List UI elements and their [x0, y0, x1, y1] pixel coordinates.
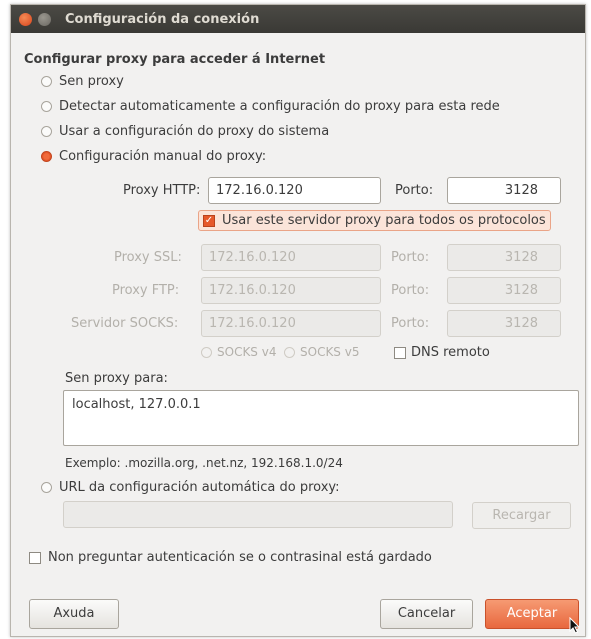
socks-port-input[interactable]: 3128 ▲▼	[447, 310, 561, 337]
option-manual-proxy[interactable]: Configuración manual do proxy:	[41, 149, 266, 164]
no-proxy-label: Sen proxy	[59, 74, 124, 89]
auto-config-url-label: URL da configuración automática do proxy…	[59, 480, 340, 495]
no-proxy-for-textarea[interactable]: localhost, 127.0.0.1	[63, 390, 579, 446]
mouse-pointer-icon	[569, 617, 581, 634]
socks-port-value: 3128	[504, 316, 538, 331]
http-port-value: 3128	[504, 183, 538, 198]
system-proxy-label: Usar a configuración do proxy do sistema	[59, 124, 330, 139]
window-title: Configuración da conexión	[65, 11, 260, 27]
close-window-button[interactable]	[19, 12, 32, 26]
socks-port-label: Porto:	[391, 316, 430, 331]
remote-dns-label: DNS remoto	[411, 345, 490, 360]
ftp-port-label: Porto:	[391, 283, 430, 298]
auto-detect-label: Detectar automaticamente a configuración…	[59, 99, 500, 114]
ssl-proxy-label: Proxy SSL:	[114, 250, 182, 265]
no-proxy-example-text: Exemplo: .mozilla.org, .net.nz, 192.168.…	[65, 456, 343, 470]
help-button[interactable]: Axuda	[29, 599, 119, 629]
connection-settings-dialog: Configuración da conexión Configurar pro…	[10, 4, 586, 637]
minimize-window-button[interactable]	[38, 12, 51, 26]
http-port-input[interactable]: 3128 ▲▼	[447, 177, 561, 204]
socks-v4-label: SOCKS v4	[217, 345, 277, 359]
auto-detect-radio[interactable]	[41, 101, 52, 112]
ftp-proxy-host-input[interactable]: 172.16.0.120	[201, 277, 381, 304]
use-for-all-protocols-option[interactable]: ✓ Usar este servidor proxy para todos os…	[198, 210, 551, 231]
socks-v5-label: SOCKS v5	[300, 345, 360, 359]
http-port-label: Porto:	[395, 183, 434, 198]
no-proxy-for-label: Sen proxy para:	[65, 371, 168, 386]
auto-config-url-radio[interactable]	[41, 482, 52, 493]
option-system-proxy[interactable]: Usar a configuración do proxy do sistema	[41, 124, 329, 139]
cancel-button[interactable]: Cancelar	[380, 599, 473, 629]
socks-host-input[interactable]: 172.16.0.120	[201, 310, 381, 337]
socks-server-label: Servidor SOCKS:	[71, 316, 179, 331]
ssl-proxy-host-input[interactable]: 172.16.0.120	[201, 244, 381, 271]
title-bar: Configuración da conexión	[11, 5, 585, 33]
remote-dns-option[interactable]: DNS remoto	[394, 345, 490, 360]
section-heading: Configurar proxy para acceder á Internet	[24, 52, 326, 67]
no-auth-prompt-option[interactable]: Non preguntar autenticación se o contras…	[29, 550, 432, 565]
option-auto-config-url[interactable]: URL da configuración automática do proxy…	[41, 480, 340, 495]
use-for-all-label: Usar este servidor proxy para todos os p…	[222, 213, 546, 228]
no-auth-prompt-checkbox[interactable]	[29, 551, 41, 564]
remote-dns-checkbox[interactable]	[394, 346, 406, 359]
ssl-port-label: Porto:	[391, 250, 430, 265]
option-auto-detect[interactable]: Detectar automaticamente a configuración…	[41, 99, 500, 114]
socks-v5-option[interactable]: SOCKS v5	[284, 345, 359, 359]
accept-button[interactable]: Aceptar	[485, 599, 579, 629]
socks-v4-option[interactable]: SOCKS v4	[201, 345, 276, 359]
no-proxy-radio[interactable]	[41, 76, 52, 87]
no-auth-prompt-label: Non preguntar autenticación se o contras…	[48, 550, 432, 565]
http-proxy-label: Proxy HTTP:	[123, 183, 201, 198]
manual-proxy-radio[interactable]	[41, 151, 52, 162]
auto-config-url-input[interactable]	[63, 501, 453, 528]
socks-v5-radio[interactable]	[284, 346, 295, 358]
ftp-port-input[interactable]: 3128 ▲▼	[447, 277, 561, 304]
system-proxy-radio[interactable]	[41, 126, 52, 137]
ftp-port-value: 3128	[504, 283, 538, 298]
ftp-proxy-label: Proxy FTP:	[112, 283, 180, 298]
manual-proxy-label: Configuración manual do proxy:	[59, 149, 267, 164]
use-for-all-checkbox[interactable]: ✓	[203, 214, 215, 227]
ssl-port-input[interactable]: 3128 ▲▼	[447, 244, 561, 271]
option-no-proxy[interactable]: Sen proxy	[41, 74, 124, 89]
ssl-port-value: 3128	[504, 250, 538, 265]
http-proxy-host-input[interactable]: 172.16.0.120	[208, 177, 381, 204]
reload-button[interactable]: Recargar	[472, 502, 571, 529]
socks-v4-radio[interactable]	[201, 346, 212, 358]
